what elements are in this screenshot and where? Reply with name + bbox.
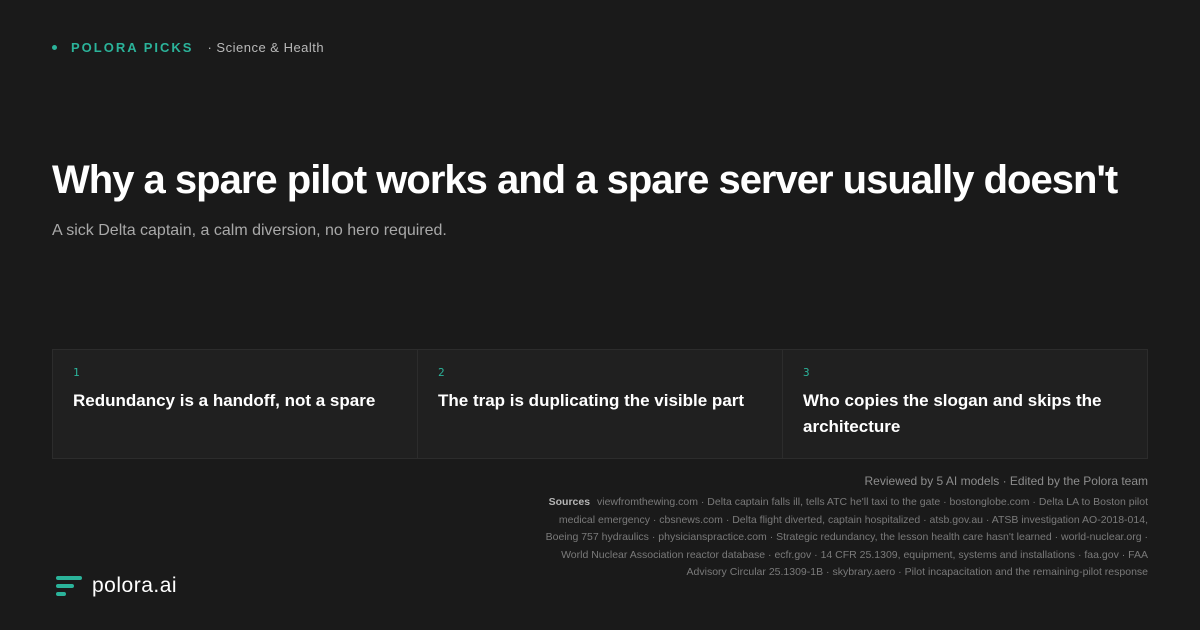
key-points: 1 Redundancy is a handoff, not a spare 2… bbox=[52, 349, 1148, 459]
subheadline: A sick Delta captain, a calm diversion, … bbox=[52, 222, 447, 239]
logo-text: polora.ai bbox=[92, 574, 178, 597]
polora-logo[interactable]: polora.ai bbox=[56, 574, 177, 598]
review-note: Reviewed by 5 AI models · Edited by the … bbox=[864, 474, 1148, 488]
brand-name[interactable]: POLORA PICKS bbox=[71, 40, 193, 55]
key-point-text: Redundancy is a handoff, not a spare bbox=[73, 391, 376, 410]
key-point-number: 3 bbox=[803, 366, 810, 379]
sources-label: Sources bbox=[548, 496, 591, 508]
key-point-card[interactable]: 2 The trap is duplicating the visible pa… bbox=[418, 350, 783, 458]
brand-dot-icon bbox=[52, 45, 57, 50]
sources-text[interactable]: viewfromthewing.com · Delta captain fall… bbox=[546, 496, 1148, 578]
key-point-text: The trap is duplicating the visible part bbox=[438, 391, 745, 410]
polora-logo-icon bbox=[56, 576, 82, 596]
footer-credits: Reviewed by 5 AI models · Edited by the … bbox=[528, 474, 1148, 582]
category-label[interactable]: · Science & Health bbox=[207, 40, 324, 55]
sources-list: Sources viewfromthewing.com · Delta capt… bbox=[528, 494, 1148, 582]
brand-header: POLORA PICKS · Science & Health bbox=[52, 40, 324, 55]
key-point-card[interactable]: 1 Redundancy is a handoff, not a spare bbox=[53, 350, 418, 458]
key-point-number: 2 bbox=[438, 366, 445, 379]
key-point-card[interactable]: 3 Who copies the slogan and skips the ar… bbox=[783, 350, 1147, 458]
headline: Why a spare pilot works and a spare serv… bbox=[52, 158, 1118, 202]
key-point-text: Who copies the slogan and skips the arch… bbox=[803, 391, 1102, 436]
key-point-number: 1 bbox=[73, 366, 80, 379]
